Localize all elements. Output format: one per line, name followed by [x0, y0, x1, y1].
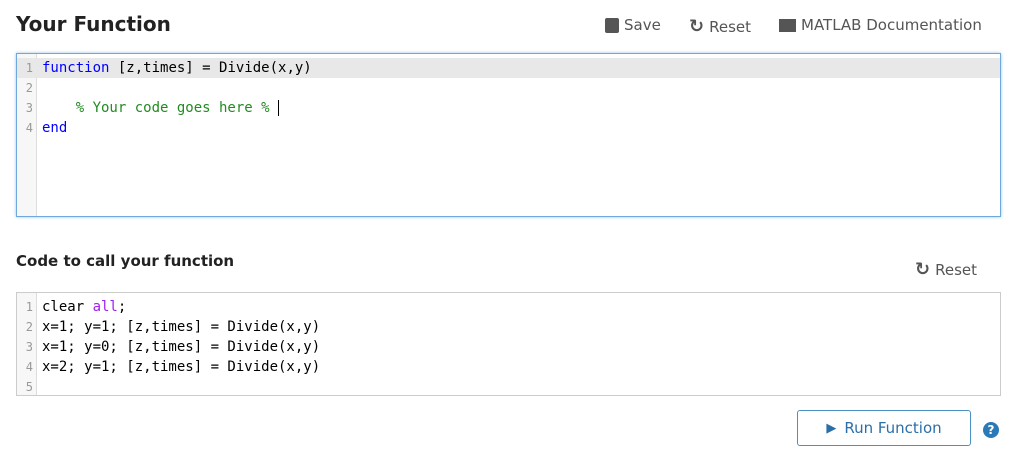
save-icon — [605, 17, 619, 33]
text-cursor — [278, 100, 280, 116]
code-line[interactable]: 2 — [17, 78, 1000, 98]
reset-icon: ↻ — [689, 16, 705, 37]
code-text: end — [42, 120, 68, 136]
help-icon[interactable]: ? — [983, 422, 999, 438]
book-icon — [779, 18, 796, 32]
run-function-button[interactable]: ▶ Run Function — [797, 410, 971, 446]
code-line[interactable]: 1 clear all; — [17, 297, 1000, 317]
line-number: 3 — [25, 101, 33, 115]
code-line[interactable]: 3 x=1; y=0; [z,times] = Divide(x,y) — [17, 337, 1000, 357]
matlab-documentation-link[interactable]: MATLAB Documentation — [779, 16, 982, 34]
line-number: 4 — [25, 360, 33, 374]
page-title: Your Function — [16, 12, 171, 36]
line-number: 4 — [25, 121, 33, 135]
code-text: function [z,times] = Divide(x,y) — [42, 60, 312, 76]
code-line[interactable]: 4 end — [17, 118, 1000, 138]
code-text: x=1; y=0; [z,times] = Divide(x,y) — [42, 339, 321, 355]
call-editor[interactable]: 1 clear all; 2 x=1; y=1; [z,times] = Divide… — [16, 292, 1001, 396]
code-text: x=1; y=1; [z,times] = Divide(x,y) — [42, 319, 321, 335]
code-line[interactable]: 4 x=2; y=1; [z,times] = Divide(x,y) — [17, 357, 1000, 377]
reset-button[interactable]: ↻ Reset — [689, 16, 751, 37]
code-text: % Your code goes here % — [42, 100, 280, 116]
call-section-title: Code to call your function — [16, 252, 235, 270]
save-button[interactable]: Save — [605, 16, 661, 34]
code-line[interactable]: 2 x=1; y=1; [z,times] = Divide(x,y) — [17, 317, 1000, 337]
line-number: 1 — [25, 61, 33, 75]
line-number: 2 — [25, 320, 33, 334]
reset-icon: ↻ — [915, 259, 931, 280]
code-line[interactable]: 1 function [z,times] = Divide(x,y) — [17, 58, 1000, 78]
play-icon: ▶ — [826, 420, 837, 436]
code-text: x=2; y=1; [z,times] = Divide(x,y) — [42, 359, 321, 375]
line-number: 2 — [25, 81, 33, 95]
line-number: 5 — [25, 380, 33, 394]
call-reset-button[interactable]: ↻ Reset — [915, 259, 977, 280]
code-line[interactable]: 5 — [17, 377, 1000, 397]
line-number: 3 — [25, 340, 33, 354]
function-editor[interactable]: 1 function [z,times] = Divide(x,y) 2 3 % Yo… — [16, 53, 1001, 217]
code-text: clear all; — [42, 299, 127, 315]
line-number: 1 — [25, 300, 33, 314]
code-line[interactable]: 3 % Your code goes here % — [17, 98, 1000, 118]
